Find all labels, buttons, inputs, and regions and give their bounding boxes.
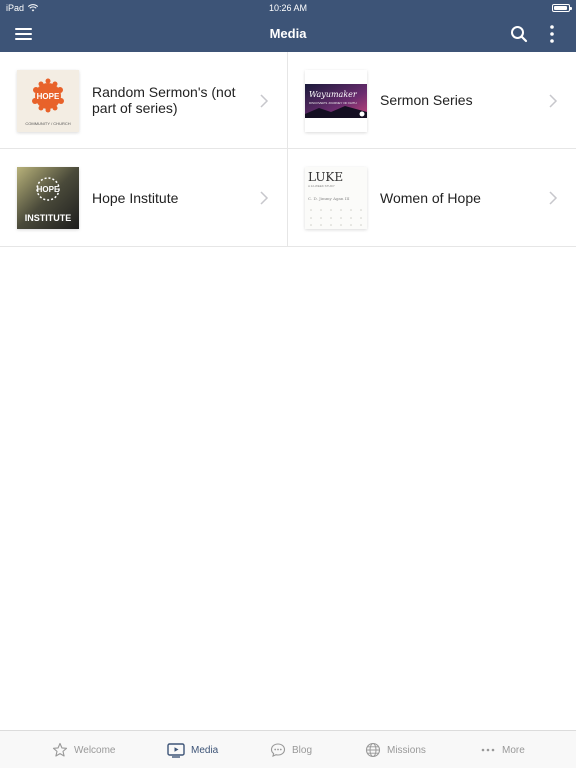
chat-icon: [270, 743, 286, 757]
tab-label: Welcome: [74, 744, 116, 756]
tab-bar: Welcome Media Blog Missions More: [0, 730, 576, 768]
media-item-random-sermons[interactable]: HOPE COMMUNITY / CHURCH Random Sermon's …: [0, 52, 288, 149]
luke-study-thumbnail: LUKE A 12-WEEK STUDY C. D. Jimmy Agan II…: [305, 167, 367, 229]
battery-icon: [552, 4, 572, 12]
tab-blog[interactable]: Blog: [270, 731, 312, 768]
thumb-luke-text: LUKE: [308, 170, 343, 184]
hope-church-thumbnail: HOPE COMMUNITY / CHURCH: [17, 70, 79, 132]
chevron-right-icon: [549, 94, 558, 108]
chevron-right-icon: [260, 191, 269, 205]
thumb-wayumaker-subtext: DISCOVER'S JOURNEY OF FAITH: [309, 101, 357, 105]
thumb-luke-subtext: A 12-WEEK STUDY: [308, 184, 335, 188]
media-icon: [167, 743, 185, 758]
media-item-label: Women of Hope: [380, 189, 481, 206]
nav-bar: Media: [0, 16, 576, 52]
vertical-ellipsis-icon[interactable]: [542, 24, 562, 44]
wayumaker-artwork-icon: Wayumaker DISCOVER'S JOURNEY OF FAITH: [305, 84, 367, 118]
star-icon: [52, 742, 68, 757]
media-grid: HOPE COMMUNITY / CHURCH Random Sermon's …: [0, 52, 576, 247]
media-item-women-of-hope[interactable]: LUKE A 12-WEEK STUDY C. D. Jimmy Agan II…: [288, 149, 576, 247]
wayumaker-thumbnail: Wayumaker DISCOVER'S JOURNEY OF FAITH: [305, 70, 367, 132]
page-title: Media: [269, 26, 307, 41]
media-item-label: Random Sermon's (not part of series): [92, 84, 236, 116]
chevron-right-icon: [549, 191, 558, 205]
status-time: 10:26 AM: [268, 3, 308, 13]
media-item-sermon-series[interactable]: Wayumaker DISCOVER'S JOURNEY OF FAITH Se…: [288, 52, 576, 149]
media-item-label: Hope Institute: [92, 189, 179, 206]
battery-fill: [554, 6, 568, 10]
tab-label: Missions: [387, 744, 426, 756]
tab-label: More: [502, 744, 525, 756]
thumb-hope-text: HOPE: [37, 92, 60, 101]
hope-logo-icon: HOPE COMMUNITY / CHURCH: [25, 78, 71, 126]
luke-artwork-icon: LUKE A 12-WEEK STUDY C. D. Jimmy Agan II…: [308, 170, 362, 226]
tab-missions[interactable]: Missions: [365, 731, 426, 768]
search-icon[interactable]: [509, 24, 529, 44]
chevron-right-icon: [260, 94, 269, 108]
globe-icon: [365, 742, 381, 758]
tab-welcome[interactable]: Welcome: [52, 731, 116, 768]
thumb-hope-subtext: COMMUNITY / CHURCH: [25, 121, 70, 126]
media-item-hope-institute[interactable]: HOPE INSTITUTE Hope Institute: [0, 149, 288, 247]
thumb-wayumaker-text: Wayumaker: [309, 90, 358, 99]
tab-label: Blog: [292, 744, 313, 756]
thumb-institute-text: INSTITUTE: [25, 213, 72, 223]
tab-more[interactable]: More: [480, 731, 525, 768]
tab-media[interactable]: Media: [167, 731, 218, 768]
status-bar: iPad 10:26 AM: [0, 0, 576, 16]
thumb-hope-institute-text: HOPE: [37, 185, 60, 194]
tab-label: Media: [191, 744, 219, 756]
thumb-luke-author: C. D. Jimmy Agan III: [308, 196, 350, 201]
hope-institute-thumbnail: HOPE INSTITUTE: [17, 167, 79, 229]
ellipsis-icon: [481, 748, 495, 752]
hope-institute-artwork-icon: HOPE INSTITUTE: [17, 167, 79, 229]
media-item-label: Sermon Series: [380, 92, 473, 108]
